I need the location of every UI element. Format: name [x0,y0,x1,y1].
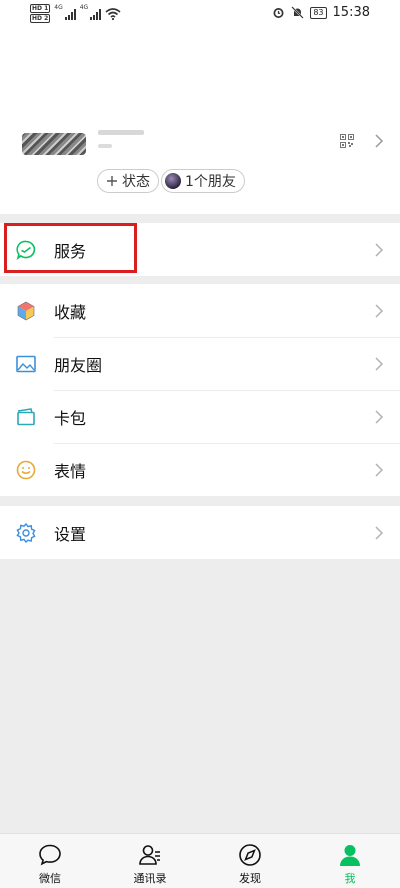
menu-label: 服务 [54,241,87,261]
tab-me[interactable]: 我 [300,834,400,888]
status-bar: HD 1 HD 2 4G 4G 83 15:38 [0,0,400,28]
compass-icon [239,844,261,866]
menu-label: 设置 [54,524,87,544]
tab-label: 微信 [39,872,61,885]
status-right-indicators: 83 15:38 [272,5,370,20]
services-icon [16,240,36,260]
status-button-label: 状态 [122,174,150,190]
tab-chats[interactable]: 微信 [0,834,100,888]
wechat-id-redacted [98,144,112,148]
chevron-right-icon [375,462,384,477]
clock: 15:38 [332,5,370,20]
status-left-indicators: HD 1 HD 2 4G 4G [30,4,121,23]
menu-item-cards[interactable]: 卡包 [0,390,400,443]
profile-header[interactable]: 状态 1个朋友 [0,28,400,214]
menu-item-moments[interactable]: 朋友圈 [0,337,400,390]
hd-icon: HD 2 [30,14,51,23]
tools-section: 收藏 朋友圈 卡包 表情 [0,284,400,496]
services-section: 服务 [0,223,400,276]
signal-icon [90,8,102,20]
friends-button-label: 1个朋友 [185,174,236,190]
chevron-right-icon [375,525,384,540]
battery-level: 83 [310,6,327,19]
friends-status-button[interactable]: 1个朋友 [161,169,245,193]
menu-label: 表情 [54,461,87,481]
favorites-cube-icon [17,301,35,320]
hd-icon: HD 1 [30,4,51,13]
menu-item-stickers[interactable]: 表情 [0,443,400,496]
friend-avatar [165,173,181,189]
chat-bubble-icon [39,844,61,866]
menu-label: 朋友圈 [54,355,103,375]
nickname-redacted [98,130,144,135]
tab-label: 我 [344,872,356,885]
contacts-icon [139,845,160,865]
menu-item-favorites[interactable]: 收藏 [0,284,400,337]
chevron-right-icon [375,303,384,318]
avatar[interactable] [22,133,86,155]
bottom-tab-bar: 微信 通讯录 发现 我 [0,833,400,888]
menu-item-settings[interactable]: 设置 [0,506,400,559]
tab-discover[interactable]: 发现 [200,834,300,888]
alarm-icon [273,8,284,18]
plus-icon [107,176,117,186]
status-button[interactable]: 状态 [97,169,159,193]
menu-label: 收藏 [54,302,87,322]
person-icon [340,845,360,866]
settings-section: 设置 [0,506,400,559]
gear-icon [16,522,36,543]
tab-label: 通讯录 [133,872,167,885]
menu-label: 卡包 [54,408,87,428]
qr-code-icon[interactable] [340,134,354,148]
moments-image-icon [16,355,36,372]
chevron-right-icon [375,356,384,371]
chevron-right-icon [375,242,384,257]
tab-contacts[interactable]: 通讯录 [100,834,200,888]
menu-item-services[interactable]: 服务 [0,223,400,276]
chevron-right-icon [375,409,384,424]
wifi-icon [105,7,121,20]
signal-icon [64,8,76,20]
chevron-right-icon [375,134,384,148]
smiley-icon [16,460,36,479]
mute-bell-icon [291,6,305,19]
tab-label: 发现 [239,872,261,885]
wallet-card-icon [17,407,35,425]
